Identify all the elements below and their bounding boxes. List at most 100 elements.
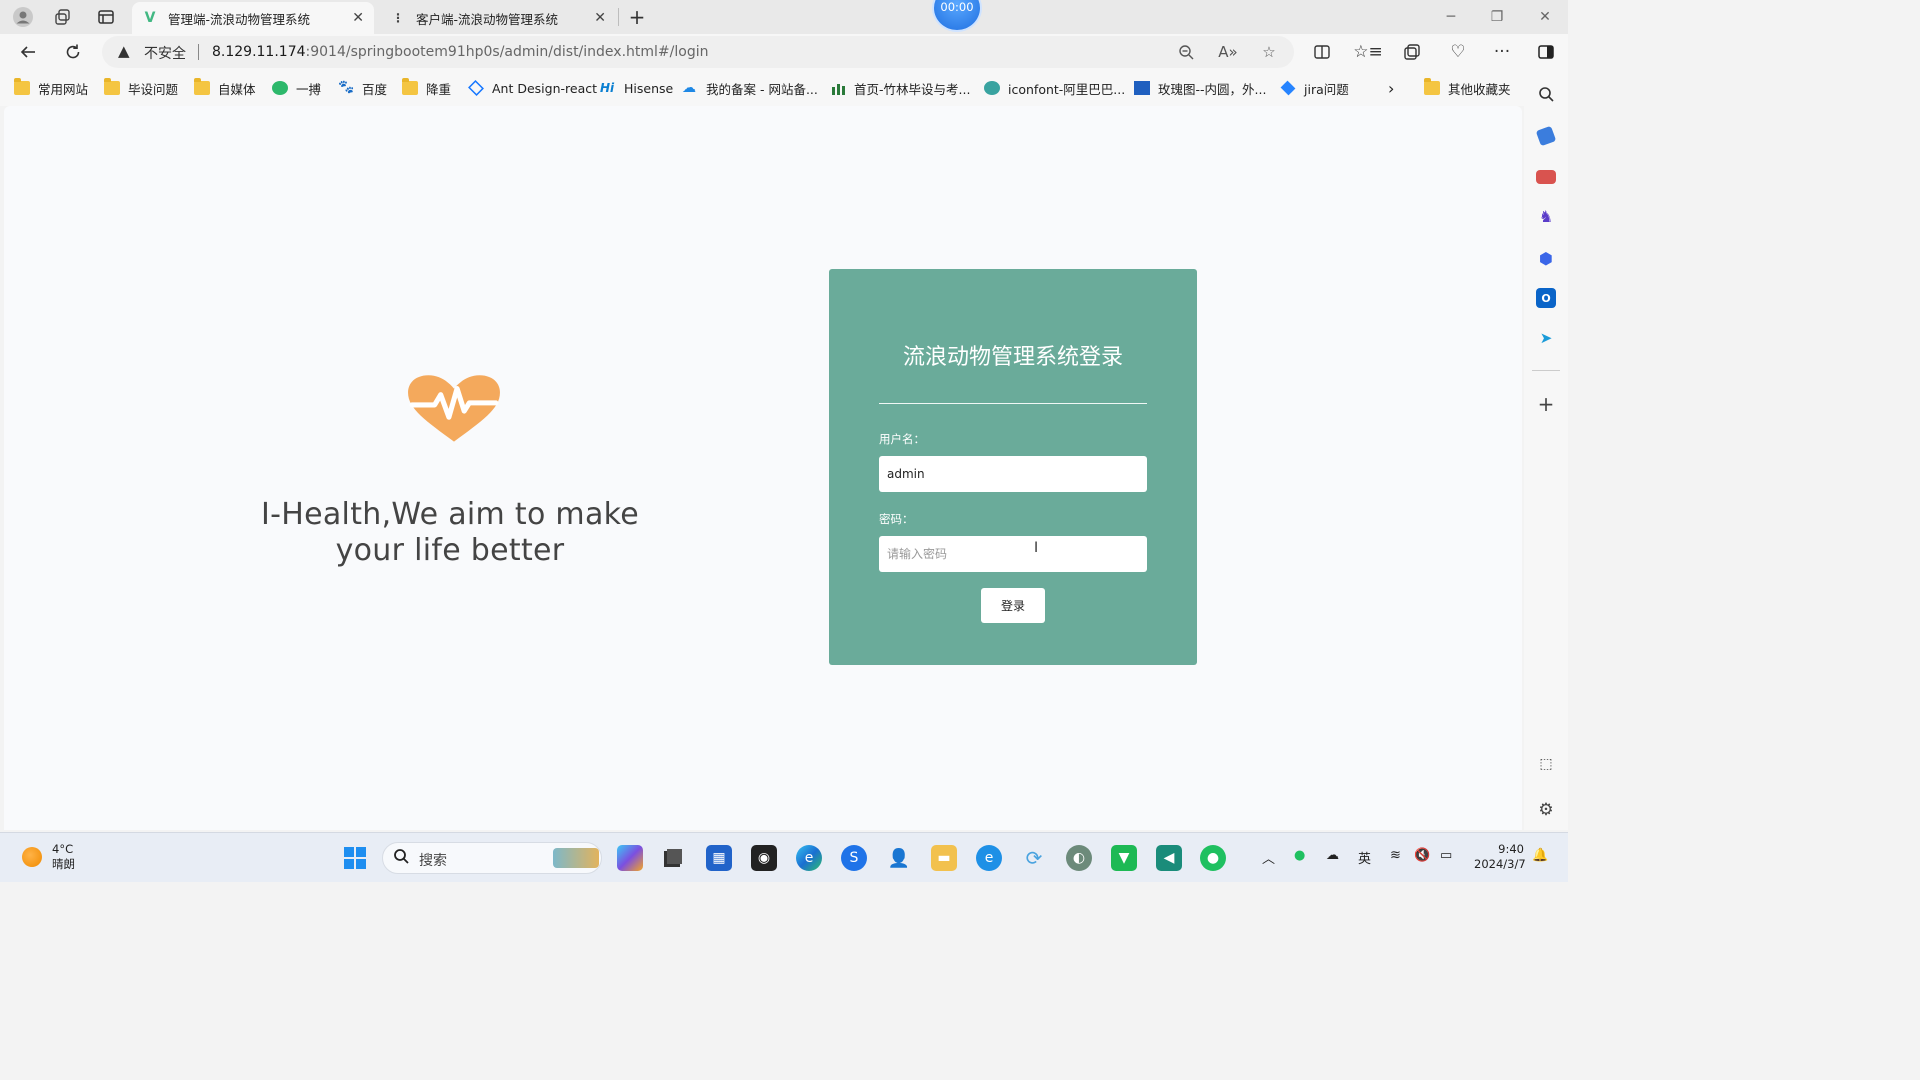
vpn-icon[interactable]: ⟳ bbox=[1021, 845, 1047, 871]
collections-icon[interactable] bbox=[1400, 41, 1424, 63]
favorites-icon[interactable]: ☆≡ bbox=[1353, 41, 1382, 63]
bookmark-item[interactable]: Ant Design-react bbox=[468, 78, 597, 98]
bookmark-item[interactable]: 自媒体 bbox=[194, 78, 256, 98]
vmware-icon[interactable]: ◐ bbox=[1066, 845, 1092, 871]
password-input[interactable] bbox=[879, 536, 1147, 572]
security-label[interactable]: 不安全 bbox=[144, 43, 186, 63]
bookmark-item[interactable]: Hi Hisense bbox=[600, 78, 673, 98]
split-screen-icon[interactable] bbox=[1310, 41, 1334, 63]
tray-expand-icon[interactable]: ︿ bbox=[1262, 848, 1275, 867]
edge-browser-icon[interactable]: e bbox=[796, 845, 822, 871]
folder-icon[interactable]: ▬ bbox=[931, 845, 957, 871]
bookmark-item[interactable]: 降重 bbox=[402, 78, 451, 98]
zoom-out-icon[interactable] bbox=[1176, 42, 1196, 62]
hisense-icon: Hi bbox=[600, 81, 615, 95]
onedrive-icon[interactable]: ☁ bbox=[1326, 848, 1339, 863]
address-bar[interactable]: ▲ 不安全 8.129.11.174:9014/springbootem91hp… bbox=[102, 36, 1294, 68]
vue-logo-icon: V bbox=[144, 10, 156, 26]
store-icon[interactable]: ▦ bbox=[706, 845, 732, 871]
wechat-tray-icon[interactable]: ● bbox=[1294, 848, 1305, 863]
send-icon[interactable]: ➤ bbox=[1536, 328, 1556, 348]
bookmark-label: 百度 bbox=[362, 81, 388, 97]
bookmark-label: 首页-竹林毕设与考... bbox=[854, 81, 971, 97]
office-icon[interactable]: ⬢ bbox=[1536, 248, 1556, 268]
volume-muted-icon[interactable]: 🔇 bbox=[1414, 848, 1430, 863]
terminal-icon[interactable]: ◀ bbox=[1156, 845, 1182, 871]
add-icon[interactable]: + bbox=[1536, 392, 1556, 416]
tab-admin[interactable]: V 管理端-流浪动物管理系统 ✕ bbox=[132, 2, 374, 34]
login-button[interactable]: 登录 bbox=[981, 588, 1045, 623]
bookmark-item[interactable]: iconfont-阿里巴巴... bbox=[984, 78, 1125, 98]
copilot-icon[interactable] bbox=[617, 845, 643, 871]
username-input[interactable] bbox=[879, 456, 1147, 492]
bookmark-item[interactable]: ☁ 我的备案 - 网站备... bbox=[682, 78, 818, 98]
tools-icon[interactable] bbox=[1536, 170, 1556, 184]
reload-icon[interactable] bbox=[61, 41, 85, 63]
wechat-icon[interactable]: ● bbox=[1200, 845, 1226, 871]
weather-sun-icon[interactable] bbox=[22, 847, 42, 867]
bookmark-item[interactable]: jira问题 bbox=[1280, 78, 1349, 98]
iconfont-icon bbox=[984, 81, 1000, 95]
minimize-icon[interactable]: ─ bbox=[1440, 6, 1462, 28]
warning-icon[interactable]: ▲ bbox=[118, 42, 130, 60]
clock[interactable]: 9:40 2024/3/7 bbox=[1474, 842, 1526, 872]
bookmark-item[interactable]: 🐾 百度 bbox=[338, 78, 387, 98]
more-menu-icon[interactable]: ··· bbox=[1490, 41, 1514, 63]
bookmark-label: 常用网站 bbox=[38, 81, 89, 97]
sidebar-divider bbox=[1532, 370, 1560, 371]
slogan-line: your life better bbox=[335, 533, 565, 568]
weather-desc: 晴朗 bbox=[52, 857, 75, 871]
bookmark-label: jira问题 bbox=[1304, 81, 1349, 97]
url-text[interactable]: 8.129.11.174:9014/springbootem91hp0s/adm… bbox=[212, 44, 708, 60]
favorite-star-icon[interactable]: ☆ bbox=[1259, 42, 1279, 62]
sidebar-toggle-icon[interactable] bbox=[1534, 41, 1558, 63]
battery-icon[interactable]: ▭ bbox=[1440, 848, 1452, 863]
bookmark-item[interactable]: 一搏 bbox=[272, 78, 321, 98]
bookmark-item[interactable]: 玫瑰图--内圆，外... bbox=[1134, 78, 1266, 98]
page-viewport bbox=[4, 106, 1522, 830]
vertical-tabs-icon[interactable] bbox=[95, 6, 117, 28]
browser-essentials-icon[interactable]: ♡ bbox=[1446, 41, 1470, 63]
workspaces-icon[interactable] bbox=[52, 6, 74, 28]
ie-browser-icon[interactable]: e bbox=[976, 845, 1002, 871]
person-icon[interactable]: 👤 bbox=[886, 845, 912, 871]
bookmark-label: iconfont-阿里巴巴... bbox=[1008, 81, 1126, 97]
chevron-right-icon[interactable]: › bbox=[1388, 78, 1394, 98]
idea-icon[interactable]: ▼ bbox=[1111, 845, 1137, 871]
start-windows-icon[interactable] bbox=[342, 845, 368, 871]
other-bookmarks[interactable]: 其他收藏夹 bbox=[1424, 78, 1511, 98]
feishu-icon[interactable]: S bbox=[841, 845, 867, 871]
timer-text: 00:00 bbox=[940, 0, 974, 14]
bookmark-item[interactable]: 毕设问题 bbox=[104, 78, 178, 98]
close-window-icon[interactable]: ✕ bbox=[1534, 6, 1556, 28]
close-tab-icon[interactable]: ✕ bbox=[352, 10, 364, 26]
search-highlight-image bbox=[553, 848, 599, 868]
close-tab-icon[interactable]: ✕ bbox=[594, 10, 606, 26]
ant-design-icon bbox=[468, 80, 484, 96]
shopping-tag-icon[interactable] bbox=[1535, 125, 1557, 147]
bookmark-label: Ant Design-react bbox=[492, 80, 598, 96]
wifi-icon[interactable]: ≋ bbox=[1390, 848, 1401, 863]
search-icon[interactable] bbox=[1536, 84, 1556, 104]
taskbar-search[interactable]: 搜索 bbox=[382, 842, 602, 874]
back-icon[interactable] bbox=[16, 41, 40, 63]
new-tab-button[interactable]: + bbox=[626, 5, 648, 29]
screenshot-icon[interactable]: ⬚ bbox=[1536, 754, 1556, 774]
ime-indicator[interactable]: 英 bbox=[1358, 848, 1371, 867]
bookmark-item[interactable]: 首页-竹林毕设与考... bbox=[830, 78, 970, 98]
notification-bell-icon[interactable]: 🔔 bbox=[1532, 848, 1548, 863]
read-aloud-icon[interactable]: A» bbox=[1218, 42, 1238, 62]
settings-gear-icon[interactable]: ⚙ bbox=[1536, 800, 1556, 820]
bookmark-item[interactable]: 常用网站 bbox=[14, 78, 88, 98]
weather-widget[interactable]: 4°C 晴朗 bbox=[52, 842, 75, 872]
tab-client[interactable]: ⋮ 客户端-流浪动物管理系统 ✕ bbox=[380, 2, 616, 34]
file-manager-icon[interactable] bbox=[660, 845, 686, 871]
capture-icon[interactable]: ◉ bbox=[751, 845, 777, 871]
recording-timer[interactable]: 00:00 bbox=[932, 0, 982, 32]
folder-icon bbox=[14, 78, 30, 95]
restore-icon[interactable]: ❐ bbox=[1486, 6, 1508, 28]
profile-icon[interactable] bbox=[12, 6, 34, 28]
games-icon[interactable]: ♞ bbox=[1536, 206, 1556, 226]
outlook-icon[interactable]: O bbox=[1536, 288, 1556, 308]
url-host: 8.129.11.174 bbox=[212, 44, 306, 60]
